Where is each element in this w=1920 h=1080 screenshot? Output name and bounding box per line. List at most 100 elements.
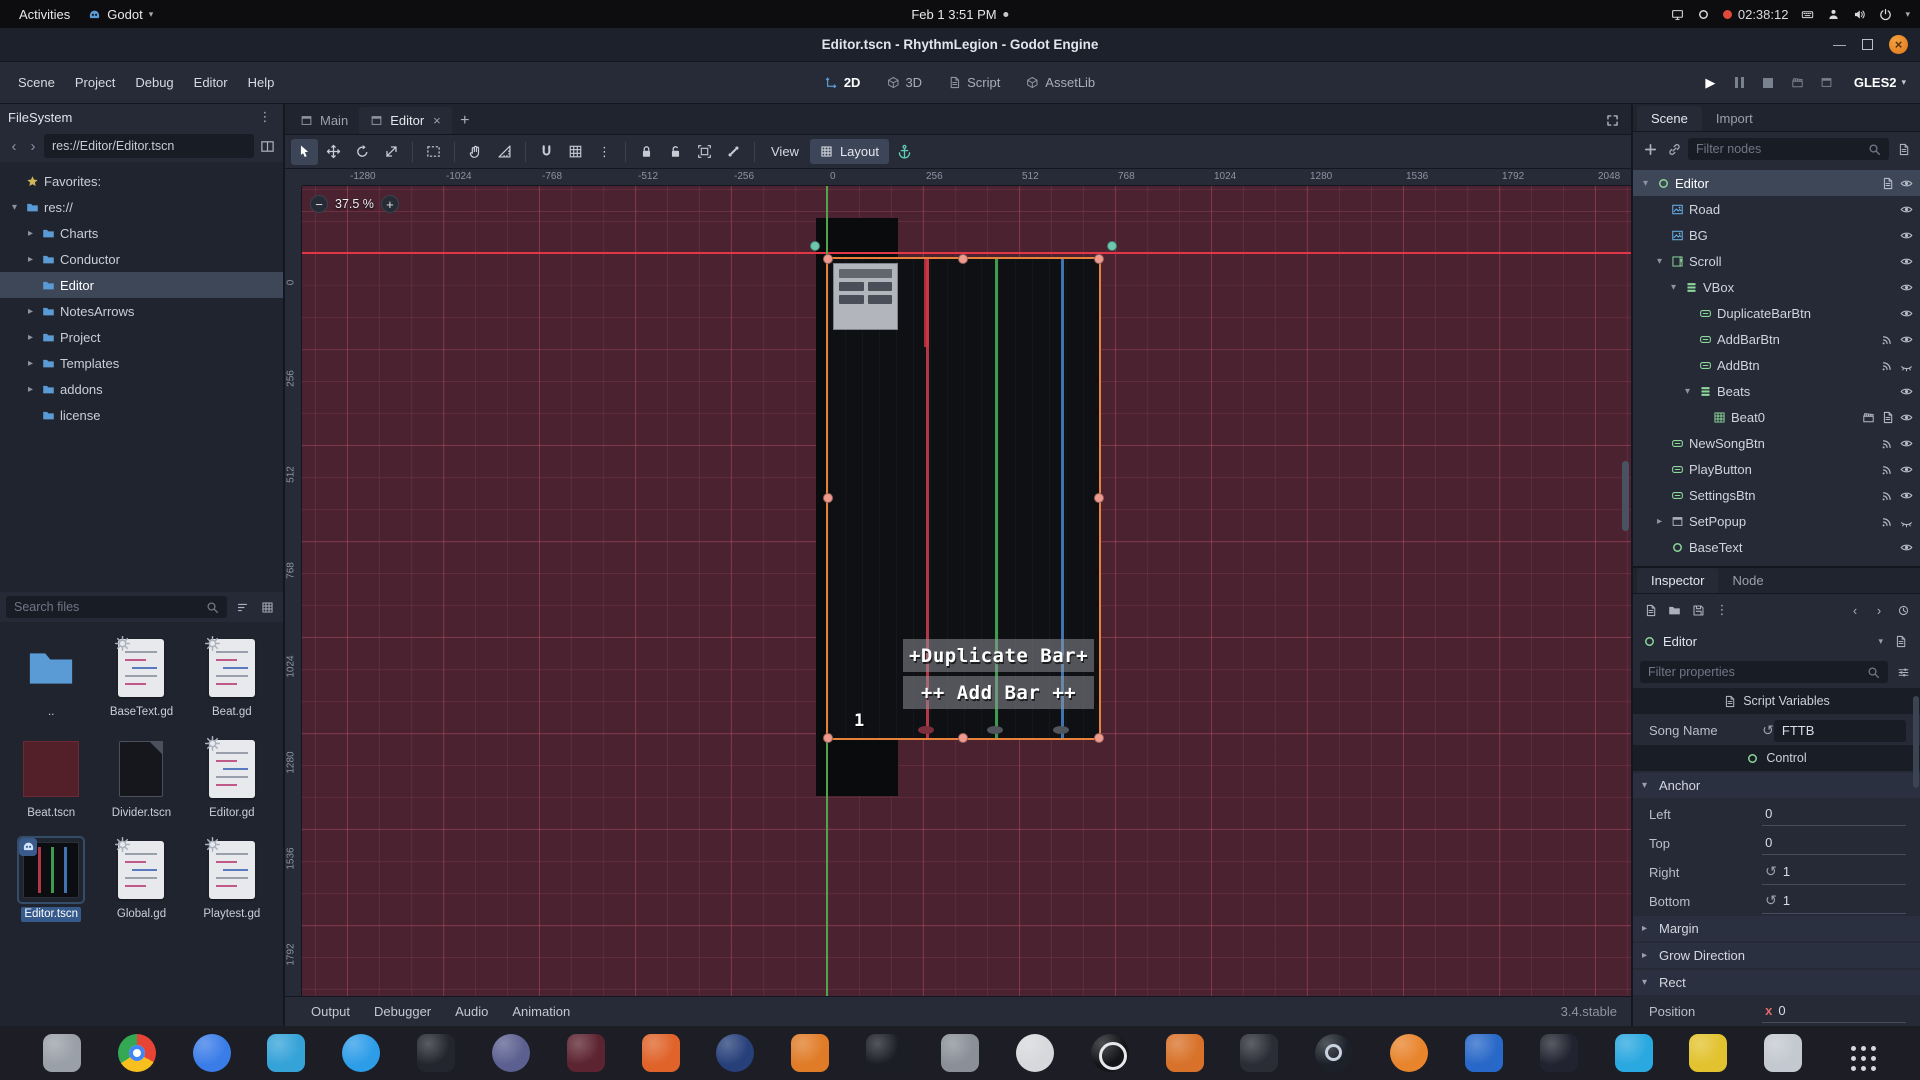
close-tab-icon[interactable]: ×	[433, 113, 441, 128]
hand-tool-button[interactable]	[462, 139, 489, 165]
dock-icon-kdenlive[interactable]	[417, 1034, 455, 1072]
zoom-out-button[interactable]: −	[310, 195, 328, 213]
visibility-icon[interactable]	[1900, 281, 1913, 294]
scene-node-addbtn[interactable]: AddBtn	[1633, 352, 1920, 378]
edit-history-button[interactable]	[1893, 604, 1913, 617]
open-docs-button[interactable]	[1890, 635, 1910, 648]
filter-properties-input[interactable]: Filter properties	[1640, 661, 1888, 683]
add-node-button[interactable]	[1640, 142, 1660, 157]
dock-icon-audacity[interactable]	[716, 1034, 754, 1072]
dock-tab-inspector[interactable]: Inspector	[1637, 568, 1718, 593]
chevron-down-icon[interactable]: ▾	[1878, 636, 1883, 647]
visibility-off-icon[interactable]	[1900, 359, 1913, 372]
expand-icon[interactable]: ▸	[24, 254, 37, 265]
thumbnail-view-button[interactable]	[257, 601, 277, 614]
signal-icon[interactable]	[1881, 359, 1894, 372]
scene-node-editor[interactable]: ▾Editor	[1633, 170, 1920, 196]
scene-node-settingsbtn[interactable]: SettingsBtn	[1633, 482, 1920, 508]
zoom-in-button[interactable]: +	[381, 195, 399, 213]
chevron-down-icon[interactable]: ▾	[1905, 9, 1910, 20]
file-item-basetextgd[interactable]: BaseText.gd	[98, 636, 184, 721]
section-margin[interactable]: ▸Margin	[1633, 916, 1920, 941]
recording-indicator[interactable]: 02:38:12	[1723, 7, 1789, 22]
ruler-tool-button[interactable]	[491, 139, 518, 165]
selected-control-node[interactable]: +Duplicate Bar+ ++ Add Bar ++ 1	[828, 259, 1099, 738]
dock-icon-utilities[interactable]	[1240, 1034, 1278, 1072]
play-scene-button[interactable]	[1784, 71, 1811, 95]
magnet-tool-button[interactable]	[533, 139, 560, 165]
expand-icon[interactable]: ▸	[24, 306, 37, 317]
property-value-field[interactable]: ↺1	[1762, 861, 1906, 885]
anchor-tool-button[interactable]	[891, 139, 918, 165]
visibility-icon[interactable]	[1900, 229, 1913, 242]
fs-tree-item-conductor[interactable]: ▸Conductor	[0, 246, 283, 272]
fs-tree-item-favorites[interactable]: Favorites:	[0, 168, 283, 194]
screencast-icon[interactable]	[1697, 8, 1710, 21]
scene-node-beats[interactable]: ▾Beats	[1633, 378, 1920, 404]
activities-button[interactable]: Activities	[10, 0, 79, 28]
file-item-beattscn[interactable]: Beat.tscn	[8, 737, 94, 822]
menu-editor[interactable]: Editor	[184, 62, 238, 103]
script-icon[interactable]	[1881, 177, 1894, 190]
load-resource-button[interactable]	[1664, 604, 1684, 617]
file-item-editorgd[interactable]: Editor.gd	[189, 737, 275, 822]
dock-icon-system-monitor[interactable]	[1764, 1034, 1802, 1072]
split-mode-button[interactable]	[257, 139, 277, 154]
selection-handle[interactable]	[823, 493, 833, 503]
dock-icon-builder[interactable]	[1016, 1034, 1054, 1072]
collapse-icon[interactable]: ▾	[8, 202, 21, 213]
play-button[interactable]: ▶	[1697, 71, 1724, 95]
new-resource-button[interactable]	[1640, 604, 1660, 617]
inspector-scrollbar[interactable]	[1913, 696, 1919, 788]
save-resource-button[interactable]	[1688, 604, 1708, 617]
visibility-icon[interactable]	[1900, 489, 1913, 502]
revert-icon[interactable]: ↺	[1765, 863, 1777, 880]
scene-tab-editor[interactable]: Editor×	[359, 107, 452, 134]
selection-handle[interactable]	[823, 733, 833, 743]
file-item-playtestgd[interactable]: Playtest.gd	[189, 838, 275, 923]
dock-icon-gimp[interactable]	[492, 1034, 530, 1072]
dock-icon-vlc[interactable]	[791, 1034, 829, 1072]
dock-icon-messenger[interactable]	[193, 1034, 231, 1072]
duplicate-bar-button[interactable]: +Duplicate Bar+	[903, 639, 1094, 672]
selection-handle[interactable]	[1094, 733, 1104, 743]
dock-icon-browser[interactable]	[1390, 1034, 1428, 1072]
scene-node-vbox[interactable]: ▾VBox	[1633, 274, 1920, 300]
scene-node-bg[interactable]: BG	[1633, 222, 1920, 248]
fs-tree-item-project[interactable]: ▸Project	[0, 324, 283, 350]
property-tools-button[interactable]	[1893, 666, 1913, 679]
dock-icon-home-folder[interactable]	[1166, 1034, 1204, 1072]
visibility-icon[interactable]	[1900, 255, 1913, 268]
clock-button[interactable]: Feb 1 3:51 PM	[911, 7, 1008, 22]
dock-icon-telegram[interactable]	[342, 1034, 380, 1072]
signal-icon[interactable]	[1881, 489, 1894, 502]
dock-tab-import[interactable]: Import	[1702, 106, 1767, 131]
workspace-assetlib[interactable]: AssetLib	[1015, 71, 1106, 94]
keyboard-icon[interactable]	[1801, 8, 1814, 21]
dock-icon-security[interactable]	[1689, 1034, 1727, 1072]
collapse-icon[interactable]: ▾	[1681, 386, 1694, 397]
power-icon[interactable]	[1879, 8, 1892, 21]
new-scene-tab-button[interactable]: +	[452, 108, 478, 134]
lock-tool-button[interactable]	[633, 139, 660, 165]
scene-node-playbutton[interactable]: PlayButton	[1633, 456, 1920, 482]
visibility-icon[interactable]	[1900, 385, 1913, 398]
fs-tree-item-notesarrows[interactable]: ▸NotesArrows	[0, 298, 283, 324]
selection-handle-alt[interactable]	[810, 241, 820, 251]
signal-icon[interactable]	[1881, 437, 1894, 450]
dock-icon-chromium[interactable]	[118, 1034, 156, 1072]
scene-node-scroll[interactable]: ▾Scroll	[1633, 248, 1920, 274]
history-forward-button[interactable]: ›	[1869, 603, 1889, 618]
zoom-level[interactable]: 37.5 %	[335, 197, 374, 211]
dock-icon-software-store[interactable]	[267, 1034, 305, 1072]
menu-scene[interactable]: Scene	[8, 62, 65, 103]
property-value-field[interactable]: 0	[1762, 833, 1906, 855]
file-item-beatgd[interactable]: Beat.gd	[189, 636, 275, 721]
collapse-icon[interactable]: ▾	[1653, 256, 1666, 267]
dock-icon-vscode[interactable]	[1615, 1034, 1653, 1072]
selection-handle[interactable]	[823, 254, 833, 264]
visibility-icon[interactable]	[1900, 437, 1913, 450]
fs-tree-item-templates[interactable]: ▸Templates	[0, 350, 283, 376]
visibility-icon[interactable]	[1900, 177, 1913, 190]
selection-handle[interactable]	[958, 733, 968, 743]
